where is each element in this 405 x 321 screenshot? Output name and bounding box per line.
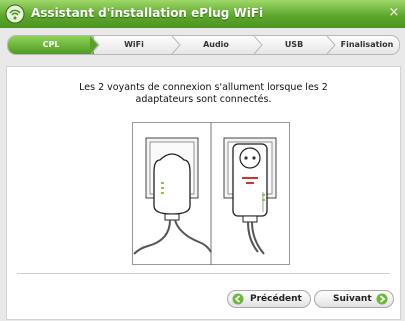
step-cpl[interactable]: CPL: [8, 36, 94, 54]
title-bar: Assistant d'installation ePlug WiFi ×: [0, 0, 405, 28]
installer-window: Assistant d'installation ePlug WiFi × CP…: [0, 0, 405, 321]
arrow-right-icon: [376, 293, 388, 305]
wifi-plug-app-icon: [5, 4, 25, 24]
step-audio[interactable]: Audio: [180, 36, 252, 54]
instruction-text: Les 2 voyants de connexion s'allument lo…: [7, 82, 400, 106]
previous-button[interactable]: Précédent: [227, 290, 311, 308]
instruction-line: Les 2 voyants de connexion s'allument lo…: [79, 82, 328, 93]
previous-label: Précédent: [250, 294, 302, 304]
step-label: Audio: [203, 40, 229, 49]
step-label: Finalisation: [340, 40, 394, 49]
next-button[interactable]: Suivant: [314, 290, 394, 308]
instruction-line: adaptateurs sont connectés.: [135, 94, 272, 105]
step-wifi[interactable]: WiFi: [98, 36, 170, 54]
step-label: USB: [284, 40, 304, 49]
content-panel: Les 2 voyants de connexion s'allument lo…: [6, 66, 401, 320]
close-button[interactable]: ×: [387, 6, 401, 20]
step-label: WiFi: [124, 40, 144, 49]
window-title: Assistant d'installation ePlug WiFi: [31, 6, 264, 20]
step-usb[interactable]: USB: [262, 36, 326, 54]
next-label: Suivant: [333, 294, 372, 304]
arrow-left-icon: [232, 293, 244, 305]
step-finalisation[interactable]: Finalisation: [334, 36, 399, 54]
adapter-illustration: [132, 122, 290, 265]
panel-divider: [17, 273, 390, 274]
step-label: CPL: [42, 40, 60, 49]
wizard-steps: CPL WiFi Audio USB Finalisation: [7, 35, 400, 55]
